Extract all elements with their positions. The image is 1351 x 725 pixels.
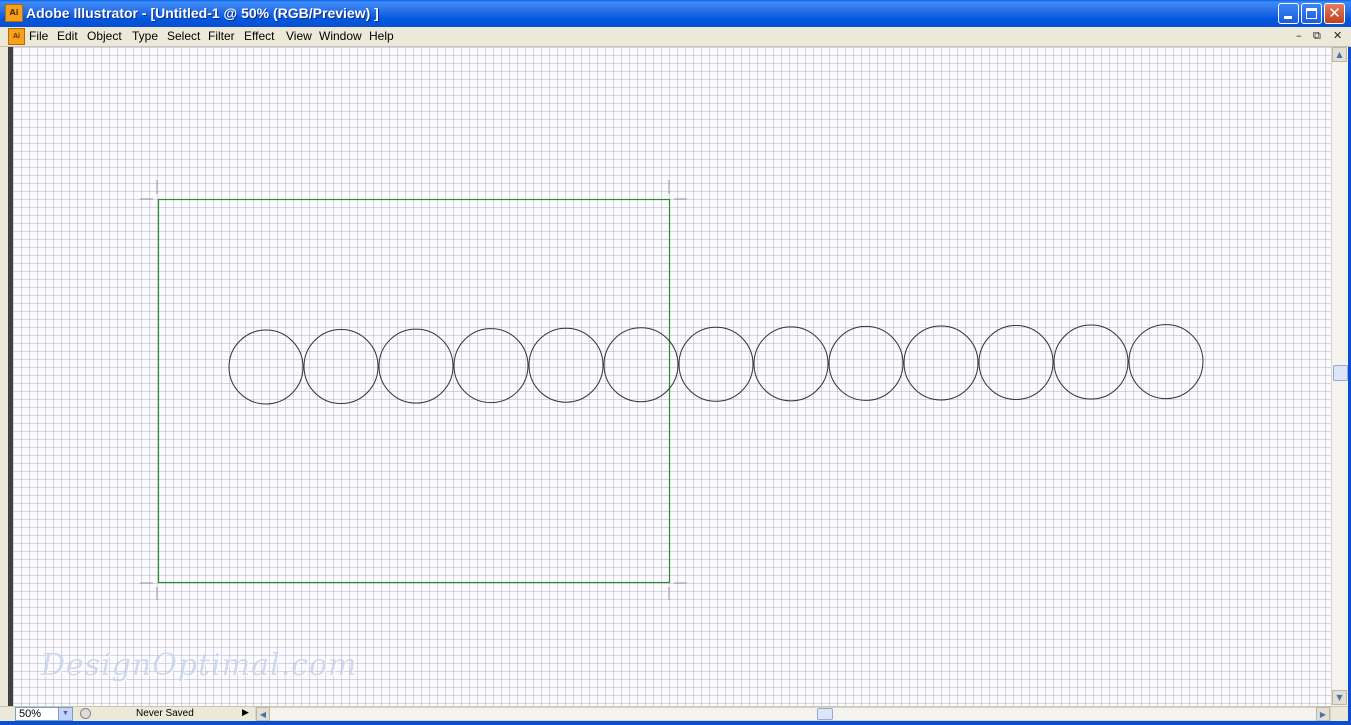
document-restore-icon[interactable]: ⧉ [1313, 29, 1321, 43]
circle-shape[interactable] [453, 328, 529, 404]
circle-shape[interactable] [603, 327, 679, 403]
scroll-right-icon[interactable]: ▶ [1316, 707, 1330, 721]
horizontal-scroll-thumb[interactable] [817, 708, 833, 720]
close-button[interactable]: ✕ [1324, 3, 1345, 24]
scroll-down-icon[interactable]: ▼ [1332, 690, 1347, 705]
horizontal-scrollbar[interactable]: ◀ ▶ [255, 707, 1331, 721]
circle-shape[interactable] [303, 329, 379, 405]
scroll-up-icon[interactable]: ▲ [1332, 47, 1347, 62]
save-status[interactable]: Never Saved [136, 708, 194, 719]
minimize-button[interactable] [1278, 3, 1299, 24]
illustrator-app-icon[interactable]: Ai [5, 4, 23, 22]
menu-help[interactable]: Help [369, 29, 394, 43]
document-close-icon[interactable]: ✕ [1333, 29, 1342, 42]
document-icon[interactable]: Ai [8, 28, 25, 45]
scroll-left-icon[interactable]: ◀ [256, 707, 270, 721]
menu-effect[interactable]: Effect [244, 29, 274, 43]
document-minimize-icon[interactable]: – [1296, 29, 1302, 42]
circle-shape[interactable] [1053, 324, 1129, 400]
document-canvas[interactable]: DesignOptimal.com [13, 47, 1331, 706]
menu-select[interactable]: Select [167, 29, 200, 43]
watermark-text: DesignOptimal.com [41, 648, 358, 683]
menu-filter[interactable]: Filter [208, 29, 235, 43]
close-icon: ✕ [1328, 4, 1341, 22]
vertical-scrollbar[interactable]: ▲ ▼ [1331, 47, 1349, 706]
maximize-button[interactable] [1301, 3, 1322, 24]
circle-shape[interactable] [978, 325, 1054, 400]
menu-window[interactable]: Window [319, 29, 362, 43]
circle-shape[interactable] [678, 326, 754, 402]
circle-shape[interactable] [1128, 324, 1204, 400]
minimize-icon [1284, 16, 1292, 19]
bottom-frame [0, 721, 1351, 725]
menu-edit[interactable]: Edit [57, 29, 78, 43]
zoom-select[interactable]: 50% ▼ [15, 707, 73, 721]
circle-row [228, 324, 1204, 405]
chevron-down-icon[interactable]: ▼ [58, 708, 72, 720]
status-indicator-icon [80, 708, 91, 719]
menu-view[interactable]: View [286, 29, 312, 43]
circle-shape[interactable] [228, 329, 304, 405]
left-frame [0, 47, 8, 706]
menu-bar: Ai File Edit Object Type Select Filter E… [0, 27, 1351, 47]
menu-type[interactable]: Type [132, 29, 158, 43]
status-bar: 50% ▼ Never Saved ▶ ◀ ▶ [0, 706, 1348, 722]
menu-object[interactable]: Object [87, 29, 122, 43]
zoom-level: 50% [19, 708, 42, 720]
circle-shape[interactable] [828, 325, 904, 401]
circle-shape[interactable] [753, 326, 829, 402]
circle-shape[interactable] [903, 325, 979, 401]
menu-file[interactable]: File [29, 29, 48, 43]
maximize-icon [1306, 8, 1317, 19]
circle-shape[interactable] [378, 328, 454, 404]
vertical-scroll-thumb[interactable] [1333, 365, 1348, 381]
window-title: Adobe Illustrator - [Untitled-1 @ 50% (R… [26, 5, 379, 21]
crop-marks [140, 180, 687, 600]
status-menu-arrow-icon[interactable]: ▶ [242, 708, 249, 718]
title-bar: Ai Adobe Illustrator - [Untitled-1 @ 50%… [0, 0, 1351, 27]
circle-shape[interactable] [528, 327, 604, 403]
canvas-artwork [140, 180, 1204, 600]
